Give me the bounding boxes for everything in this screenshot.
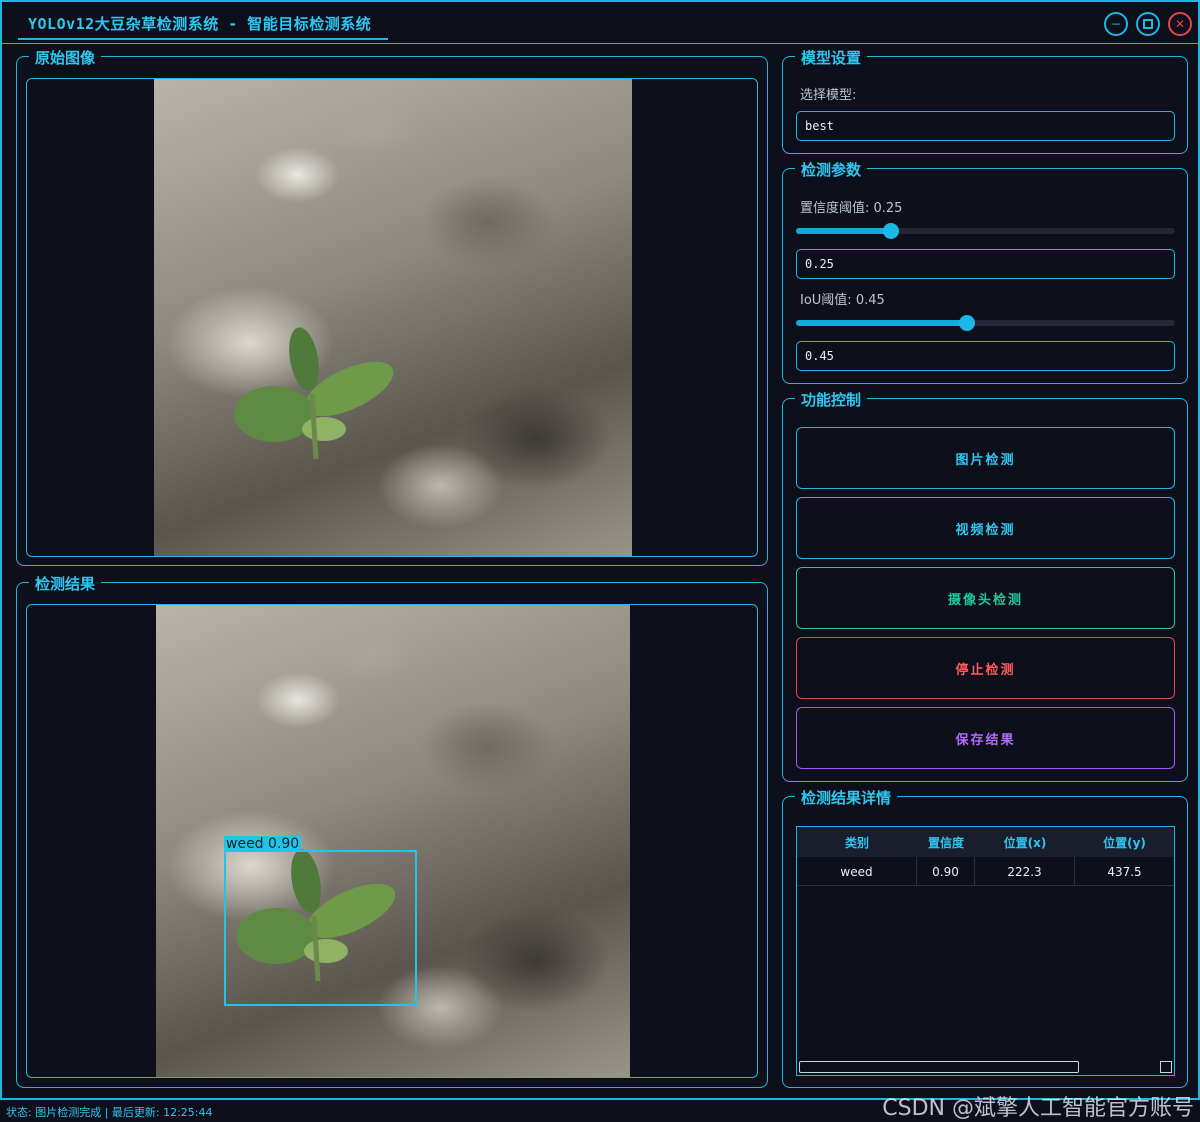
minimize-icon: − bbox=[1110, 17, 1122, 31]
column-header-x[interactable]: 位置(x) bbox=[975, 827, 1075, 857]
video-detect-button[interactable]: 视频检测 bbox=[796, 497, 1175, 559]
camera-detect-button[interactable]: 摄像头检测 bbox=[796, 567, 1175, 629]
detection-details-title: 检测结果详情 bbox=[795, 787, 898, 808]
results-table[interactable]: 类别 置信度 位置(x) 位置(y) weed 0.90 222.3 437.5 bbox=[796, 826, 1175, 1076]
iou-slider-fill bbox=[796, 320, 967, 326]
close-icon: ✕ bbox=[1174, 17, 1186, 31]
minimize-button[interactable]: − bbox=[1104, 12, 1128, 36]
detection-result-title: 检测结果 bbox=[29, 573, 102, 594]
save-results-button[interactable]: 保存结果 bbox=[796, 707, 1175, 769]
maximize-icon bbox=[1143, 19, 1153, 29]
image-detect-button[interactable]: 图片检测 bbox=[796, 427, 1175, 489]
app-window: YOLOv12大豆杂草检测系统 - 智能目标检测系统 − ✕ 原始图像 检测结果 bbox=[0, 0, 1200, 1100]
confidence-label: 置信度阈值: 0.25 bbox=[800, 201, 903, 216]
cell-class: weed bbox=[797, 857, 917, 886]
maximize-button[interactable] bbox=[1136, 12, 1160, 36]
status-bar: 状态: 图片检测完成 | 最后更新: 12:25:44 CSDN @斌擎人工智能… bbox=[0, 1096, 1200, 1122]
scrollbar-corner bbox=[1160, 1061, 1172, 1073]
iou-label: IoU阈值: 0.45 bbox=[800, 293, 885, 308]
status-text: 状态: 图片检测完成 | 最后更新: 12:25:44 bbox=[6, 1106, 213, 1119]
iou-input[interactable]: 0.45 bbox=[796, 341, 1175, 371]
confidence-slider-handle[interactable] bbox=[883, 223, 899, 239]
cell-x: 222.3 bbox=[975, 857, 1075, 886]
confidence-input[interactable]: 0.25 bbox=[796, 249, 1175, 279]
function-controls-title: 功能控制 bbox=[795, 389, 868, 410]
close-button[interactable]: ✕ bbox=[1168, 12, 1192, 36]
confidence-slider[interactable] bbox=[796, 223, 1175, 239]
cell-confidence: 0.90 bbox=[917, 857, 975, 886]
original-image-title: 原始图像 bbox=[29, 47, 102, 68]
title-bar[interactable]: YOLOv12大豆杂草检测系统 - 智能目标检测系统 − ✕ bbox=[2, 2, 1198, 44]
confidence-slider-fill bbox=[796, 228, 891, 234]
result-image-frame: weed 0.90 bbox=[26, 604, 758, 1078]
iou-slider[interactable] bbox=[796, 315, 1175, 331]
horizontal-scrollbar[interactable] bbox=[799, 1061, 1079, 1073]
detection-result-group: 检测结果 weed 0.90 bbox=[16, 573, 768, 1088]
model-settings-title: 模型设置 bbox=[795, 47, 868, 68]
table-row[interactable]: weed 0.90 222.3 437.5 bbox=[797, 857, 1174, 886]
cell-y: 437.5 bbox=[1107, 864, 1142, 879]
original-image-group: 原始图像 bbox=[16, 47, 768, 566]
detection-params-title: 检测参数 bbox=[795, 159, 868, 180]
window-title: YOLOv12大豆杂草检测系统 - 智能目标检测系统 bbox=[28, 15, 372, 33]
select-model-label: 选择模型: bbox=[800, 88, 857, 103]
detection-label: weed 0.90 bbox=[224, 836, 302, 852]
detection-bounding-box bbox=[224, 850, 417, 1006]
column-header-y[interactable]: 位置(y) bbox=[1075, 827, 1174, 857]
result-image: weed 0.90 bbox=[156, 605, 630, 1077]
iou-slider-handle[interactable] bbox=[959, 315, 975, 331]
soybean-plant-image bbox=[234, 327, 394, 460]
column-header-confidence[interactable]: 置信度 bbox=[917, 827, 975, 857]
original-image bbox=[154, 79, 632, 556]
table-header: 类别 置信度 位置(x) 位置(y) bbox=[797, 827, 1174, 857]
original-image-frame bbox=[26, 78, 758, 557]
watermark: CSDN @斌擎人工智能官方账号 bbox=[882, 1096, 1194, 1121]
title-underline bbox=[18, 38, 388, 40]
column-header-class[interactable]: 类别 bbox=[797, 827, 917, 857]
stop-detect-button[interactable]: 停止检测 bbox=[796, 637, 1175, 699]
model-select[interactable]: best bbox=[796, 111, 1175, 141]
